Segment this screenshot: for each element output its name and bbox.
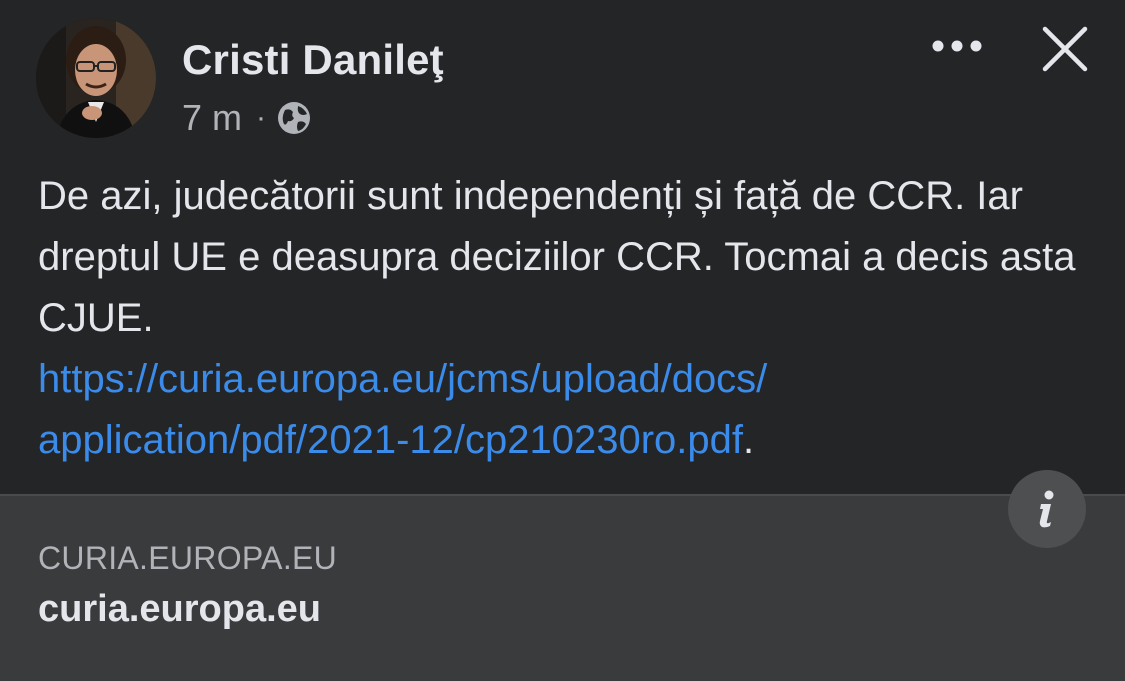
more-horizontal-icon bbox=[932, 40, 982, 52]
post-container: Cristi Danileţ 7 m · De azi, judecătorii… bbox=[0, 0, 1125, 681]
avatar[interactable] bbox=[36, 18, 156, 138]
info-button[interactable] bbox=[1008, 470, 1086, 548]
post-link-line-1: https://curia.europa.eu/jcms/upload/docs… bbox=[38, 357, 768, 401]
meta-separator: · bbox=[256, 101, 267, 134]
link-preview-title: curia.europa.eu bbox=[38, 588, 321, 630]
close-icon bbox=[1042, 26, 1088, 72]
post-link-line-2: application/pdf/2021-12/cp210230ro.pdf bbox=[38, 418, 743, 462]
avatar-image bbox=[36, 18, 156, 138]
close-button[interactable] bbox=[1036, 20, 1094, 78]
post-text: De azi, judecătorii sunt independenți și… bbox=[38, 166, 1098, 471]
author-name[interactable]: Cristi Danileţ bbox=[182, 36, 444, 84]
post-link[interactable]: https://curia.europa.eu/jcms/upload/docs… bbox=[38, 357, 767, 462]
globe-icon bbox=[276, 100, 312, 136]
post-text-end: . bbox=[743, 418, 755, 462]
info-icon bbox=[1039, 490, 1054, 528]
post-body-text: De azi, judecătorii sunt independenți și… bbox=[38, 174, 1076, 340]
more-options-button[interactable] bbox=[928, 26, 986, 66]
link-preview-domain: CURIA.EUROPA.EU bbox=[38, 540, 338, 576]
post-timestamp[interactable]: 7 m bbox=[182, 97, 242, 139]
post-meta: 7 m · bbox=[182, 96, 312, 140]
link-preview-card[interactable]: CURIA.EUROPA.EU curia.europa.eu bbox=[0, 494, 1125, 681]
